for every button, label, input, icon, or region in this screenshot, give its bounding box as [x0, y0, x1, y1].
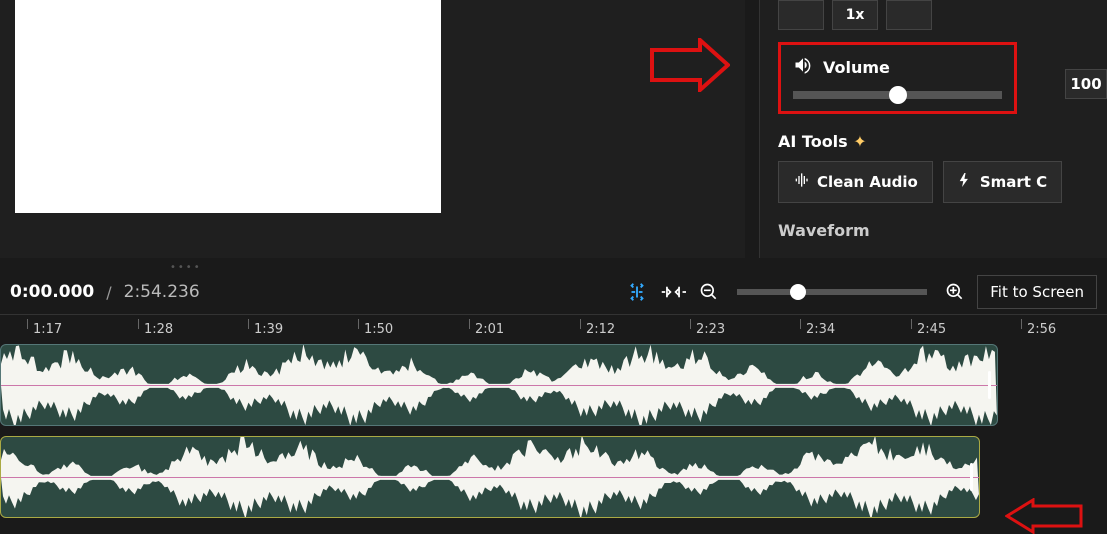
timeline-ruler[interactable]: 1:17 1:28 1:39 1:50 2:01 2:12 2:23 2:34 2:45 2:56	[0, 314, 1107, 344]
time-total: 2:54.236	[124, 282, 200, 302]
ai-tools-title: AI Tools ✦	[778, 132, 1107, 151]
audio-clip[interactable]	[0, 436, 980, 518]
ruler-tick: 2:34	[800, 315, 835, 344]
ruler-label: 1:50	[364, 322, 393, 337]
snap-icon[interactable]	[659, 278, 687, 306]
ruler-label: 2:34	[806, 322, 835, 337]
preview-canvas	[15, 0, 441, 213]
audio-track[interactable]	[0, 436, 1107, 518]
lightning-icon	[958, 172, 972, 192]
audio-track[interactable]	[0, 344, 1107, 426]
panel-drag-handle[interactable]: ••••	[170, 262, 202, 273]
clip-handle[interactable]	[988, 371, 991, 399]
ruler-tick: 2:45	[911, 315, 946, 344]
ruler-tick: 2:01	[469, 315, 504, 344]
ruler-label: 1:28	[144, 322, 173, 337]
speed-increase-button[interactable]	[886, 0, 932, 30]
volume-panel: Volume	[778, 42, 1017, 114]
split-icon[interactable]	[623, 278, 651, 306]
timeline-toolbar: 0:00.000 / 2:54.236 Fit to Screen	[0, 274, 1107, 310]
ruler-label: 2:01	[475, 322, 504, 337]
time-separator: /	[106, 283, 111, 302]
ruler-tick: 1:28	[138, 315, 173, 344]
annotation-arrow-icon	[1005, 498, 1083, 534]
ruler-label: 2:56	[1027, 322, 1056, 337]
annotation-arrow-icon	[650, 38, 730, 92]
smart-cut-label: Smart C	[980, 173, 1047, 191]
ruler-label: 1:39	[254, 322, 283, 337]
zoom-out-icon[interactable]	[695, 278, 723, 306]
clip-centerline	[1, 385, 997, 386]
ruler-label: 2:45	[917, 322, 946, 337]
zoom-in-icon[interactable]	[941, 278, 969, 306]
audio-wave-icon	[793, 172, 809, 192]
properties-sidebar: 1x Volume 100 AI Tools ✦ Clean Audio Sma	[759, 0, 1107, 258]
ruler-tick: 2:56	[1021, 315, 1056, 344]
volume-label: Volume	[823, 58, 890, 77]
zoom-slider[interactable]	[737, 289, 927, 295]
speed-decrease-button[interactable]	[778, 0, 824, 30]
volume-thumb[interactable]	[889, 86, 907, 104]
volume-icon	[793, 55, 813, 79]
ruler-tick: 1:50	[358, 315, 393, 344]
ruler-tick: 1:17	[27, 315, 62, 344]
fit-to-screen-button[interactable]: Fit to Screen	[977, 275, 1097, 309]
speed-row: 1x	[778, 0, 1107, 30]
audio-clip[interactable]	[0, 344, 998, 426]
ruler-tick: 2:23	[690, 315, 725, 344]
ruler-tick: 1:39	[248, 315, 283, 344]
timeline-tracks	[0, 344, 1107, 528]
clean-audio-button[interactable]: Clean Audio	[778, 161, 933, 203]
speed-value[interactable]: 1x	[832, 0, 878, 30]
preview-area	[0, 0, 745, 258]
volume-slider[interactable]	[793, 91, 1002, 99]
clip-handle[interactable]	[970, 463, 973, 491]
ruler-label: 2:12	[586, 322, 615, 337]
ruler-tick: 2:12	[580, 315, 615, 344]
clip-centerline	[1, 477, 979, 478]
waveform-title: Waveform	[778, 221, 1107, 240]
smart-cut-button[interactable]: Smart C	[943, 161, 1062, 203]
ruler-label: 1:17	[33, 322, 62, 337]
zoom-thumb[interactable]	[790, 284, 806, 300]
time-current: 0:00.000	[10, 282, 94, 302]
ruler-label: 2:23	[696, 322, 725, 337]
sparkle-icon: ✦	[853, 132, 866, 151]
clean-audio-label: Clean Audio	[817, 173, 918, 191]
volume-value[interactable]: 100	[1065, 69, 1107, 99]
